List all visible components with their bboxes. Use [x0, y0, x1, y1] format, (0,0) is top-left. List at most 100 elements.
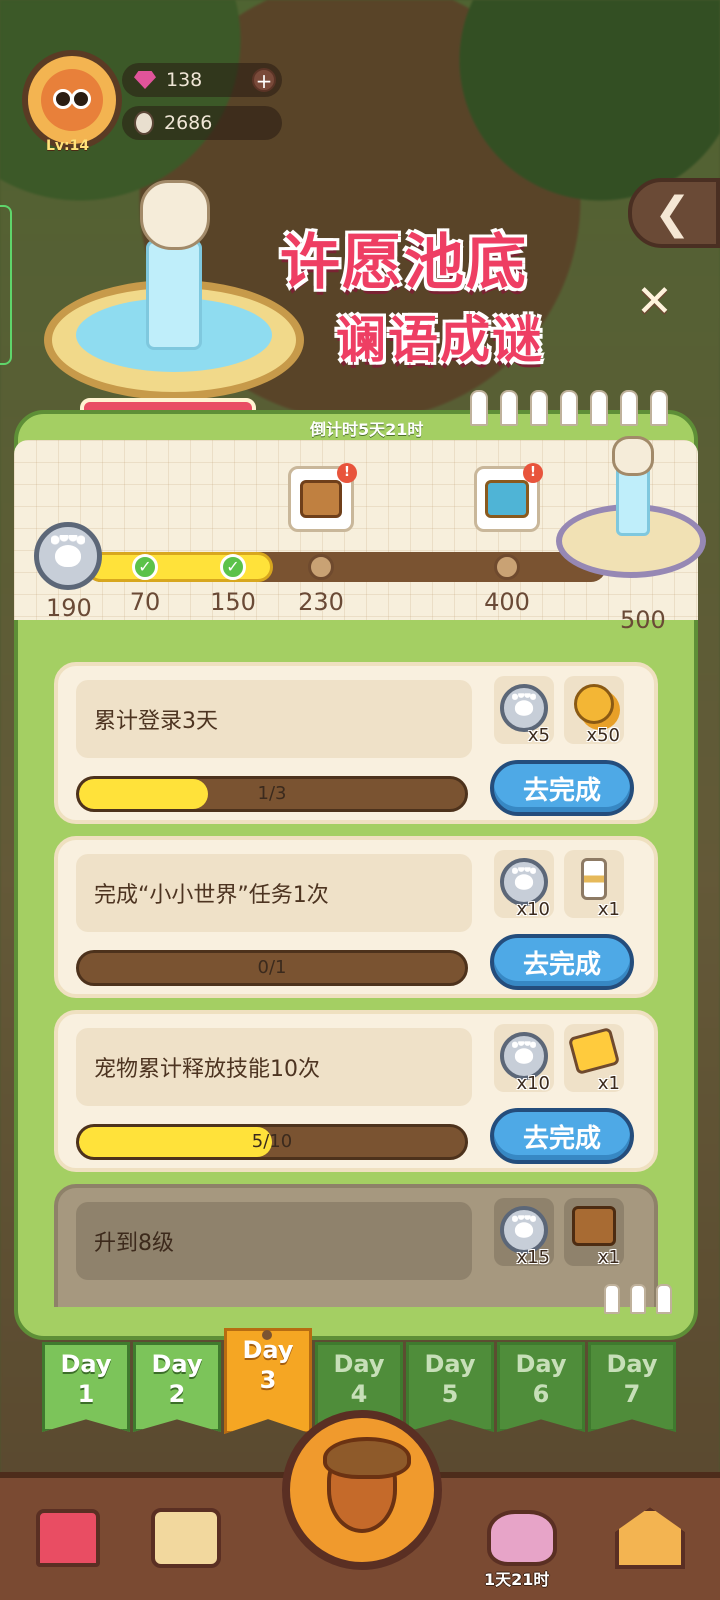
task-name: 升到8级 [76, 1202, 472, 1280]
sakura-tree-icon [487, 1510, 557, 1566]
task-card: 完成“小小世界”任务1次 x10 x1 0/1 去完成 [54, 836, 658, 998]
hourglass-icon [581, 858, 607, 900]
active-tab-pin [262, 1330, 272, 1340]
reward-slot[interactable]: x1 [564, 1198, 624, 1268]
day-number: 7 [623, 1380, 641, 1408]
reward-count: x1 [597, 1247, 620, 1268]
event-title-line1: 许愿池底 [280, 228, 528, 298]
gem-amount: 138 [166, 69, 203, 91]
wishing-fountain-illustration [24, 180, 324, 430]
task-progress-bar: 5/10 [76, 1124, 468, 1160]
day-word: Day [424, 1350, 476, 1378]
day-word: Day [515, 1350, 567, 1378]
reward-count: x5 [527, 725, 550, 746]
add-gems-button[interactable]: + [252, 68, 276, 92]
go-complete-button[interactable]: 去完成 [490, 934, 634, 990]
gem-icon [134, 71, 156, 89]
current-score: 190 [46, 594, 92, 622]
day-word: Day [60, 1350, 112, 1378]
milestone-marker-400 [494, 554, 520, 580]
day-number: 3 [259, 1366, 277, 1394]
tab-day-5[interactable]: Day 5 [406, 1342, 494, 1432]
crate-icon [572, 1206, 616, 1246]
day-number: 5 [441, 1380, 459, 1408]
player-avatar[interactable] [22, 50, 122, 150]
tab-day-6[interactable]: Day 6 [497, 1342, 585, 1432]
fountain-decor-icon[interactable] [556, 436, 706, 596]
task-list[interactable]: 累计登录3天 x5 x50 1/3 去完成 完成“小小世界”任务1次 x10 x… [40, 652, 670, 1307]
task-progress-bar: 0/1 [76, 950, 468, 986]
milestone-marker-230 [308, 554, 334, 580]
reward-slot[interactable]: x10 [494, 1024, 554, 1094]
acorn-icon [323, 1437, 411, 1533]
task-progress-text: 5/10 [251, 1131, 293, 1152]
task-progress-text: 0/1 [257, 957, 287, 978]
reward-count: x10 [516, 899, 550, 920]
reward-count: x1 [597, 1073, 620, 1094]
close-button[interactable]: ✕ [636, 276, 673, 327]
milestone-label-70: 70 [129, 588, 161, 616]
task-name: 完成“小小世界”任务1次 [76, 854, 472, 932]
day-word: Day [606, 1350, 658, 1378]
reward-slot[interactable]: x1 [564, 850, 624, 920]
day-word: Day [333, 1350, 385, 1378]
reward-count: x15 [516, 1247, 550, 1268]
milestone-label-230: 230 [298, 588, 344, 616]
task-card-locked: 升到8级 x15 x1 [54, 1184, 658, 1307]
task-progress-bar: 1/3 [76, 776, 468, 812]
day-number: 6 [532, 1380, 550, 1408]
day-word: Day [151, 1350, 203, 1378]
day-number: 4 [350, 1380, 368, 1408]
tab-day-3[interactable]: Day 3 [224, 1328, 312, 1434]
day-number: 1 [77, 1380, 95, 1408]
nav-acorn-main[interactable] [282, 1410, 442, 1570]
alert-badge: ! [523, 463, 543, 483]
nav-shop[interactable] [18, 1488, 118, 1588]
task-card: 累计登录3天 x5 x50 1/3 去完成 [54, 662, 658, 824]
milestone-label-150: 150 [210, 588, 256, 616]
tree-timer: 1天21时 [484, 1570, 550, 1589]
fence-decoration [470, 390, 688, 430]
seed-counter: 2686 [122, 106, 282, 140]
reward-slot[interactable]: x5 [494, 676, 554, 746]
paw-coin-icon [34, 522, 102, 590]
alert-badge: ! [337, 463, 357, 483]
reward-count: x50 [586, 725, 620, 746]
gold-coins-icon [574, 684, 614, 724]
reward-count: x10 [516, 1073, 550, 1094]
reward-count: x1 [597, 899, 620, 920]
seed-icon [134, 111, 154, 135]
seed-amount: 2686 [164, 112, 213, 134]
go-complete-button[interactable]: 去完成 [490, 760, 634, 816]
nav-pet-card[interactable] [136, 1488, 236, 1588]
task-name: 累计登录3天 [76, 680, 472, 758]
gem-counter: 138 + [122, 63, 282, 97]
milestone-reward-230[interactable]: ! [288, 463, 357, 532]
tab-day-2[interactable]: Day 2 [133, 1342, 221, 1432]
day-number: 2 [168, 1380, 186, 1408]
reward-slot[interactable]: x1 [564, 1024, 624, 1094]
reward-slot[interactable]: x15 [494, 1198, 554, 1268]
ticket-icon [567, 1026, 621, 1076]
event-title-line2: 谰语成谜 [336, 311, 544, 369]
pet-card-icon [151, 1508, 221, 1568]
wooden-chest-icon [300, 480, 342, 518]
go-complete-button[interactable]: 去完成 [490, 1108, 634, 1164]
task-card: 宠物累计释放技能10次 x10 x1 5/10 去完成 [54, 1010, 658, 1172]
back-button[interactable]: ❮ [628, 178, 720, 248]
fence-decoration [604, 1284, 694, 1324]
tab-day-1[interactable]: Day 1 [42, 1342, 130, 1432]
task-name: 宠物累计释放技能10次 [76, 1028, 472, 1106]
cat-face-icon [41, 69, 103, 131]
task-progress-text: 1/3 [257, 783, 287, 804]
milestone-reward-400[interactable]: ! [474, 463, 543, 532]
blue-chest-icon [485, 480, 529, 518]
tab-day-7[interactable]: Day 7 [588, 1342, 676, 1432]
left-side-tab[interactable] [0, 205, 12, 365]
milestone-marker-70: ✓ [132, 554, 158, 580]
nav-home[interactable] [600, 1488, 700, 1588]
shop-icon [36, 1509, 100, 1567]
event-countdown: 倒计时5天21时 [310, 420, 424, 439]
reward-slot[interactable]: x50 [564, 676, 624, 746]
reward-slot[interactable]: x10 [494, 850, 554, 920]
